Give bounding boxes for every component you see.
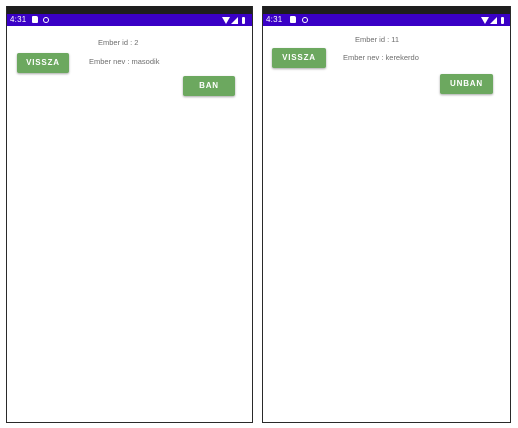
sync-icon bbox=[43, 17, 49, 23]
status-time: 4:31 bbox=[266, 15, 283, 24]
status-bar: 4:31 bbox=[7, 14, 252, 26]
top-bezel bbox=[7, 6, 252, 14]
phone-screen-right: 4:31 Ember id : 11 VISSZA Ember nev : ke… bbox=[262, 6, 511, 423]
signal-icon bbox=[231, 17, 238, 24]
sd-card-icon bbox=[290, 16, 296, 23]
ember-nev-label: Ember nev : kerekerdo bbox=[343, 53, 419, 62]
vissza-button[interactable]: VISSZA bbox=[17, 53, 69, 73]
battery-icon bbox=[242, 17, 245, 24]
wifi-icon bbox=[222, 17, 230, 24]
battery-icon bbox=[501, 17, 504, 24]
top-bezel bbox=[263, 6, 510, 14]
wifi-icon bbox=[481, 17, 489, 24]
ember-nev-label: Ember nev : masodik bbox=[89, 57, 160, 66]
status-time: 4:31 bbox=[10, 15, 27, 24]
sync-icon bbox=[302, 17, 308, 23]
ban-button[interactable]: BAN bbox=[183, 76, 235, 96]
signal-icon bbox=[490, 17, 497, 24]
sd-card-icon bbox=[32, 16, 38, 23]
unban-button[interactable]: UNBAN bbox=[440, 74, 493, 94]
screenshot-stage: 4:31 Ember id : 2 VISSZA Ember nev : mas… bbox=[0, 0, 518, 428]
vissza-button[interactable]: VISSZA bbox=[272, 48, 326, 68]
status-bar: 4:31 bbox=[263, 14, 510, 26]
phone-screen-left: 4:31 Ember id : 2 VISSZA Ember nev : mas… bbox=[6, 6, 253, 423]
ember-id-label: Ember id : 11 bbox=[355, 35, 400, 44]
ember-id-label: Ember id : 2 bbox=[98, 38, 139, 47]
